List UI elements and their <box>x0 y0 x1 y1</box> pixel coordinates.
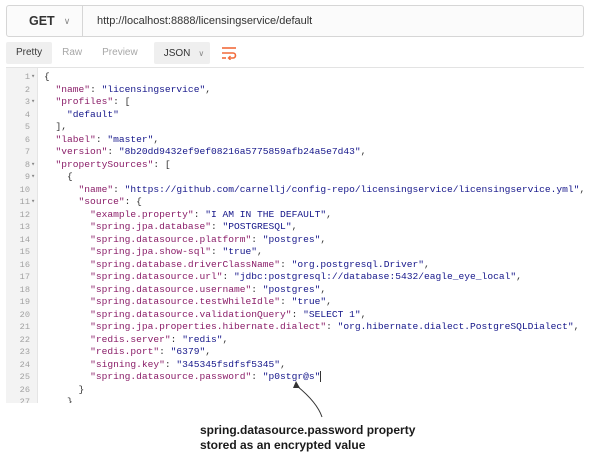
annotation-line-1: spring.datasource.password property <box>200 423 416 437</box>
annotation-line-2: stored as an encrypted value <box>200 438 366 452</box>
annotation-callout: spring.datasource.password property stor… <box>200 423 415 453</box>
callout-arrow <box>293 381 323 418</box>
